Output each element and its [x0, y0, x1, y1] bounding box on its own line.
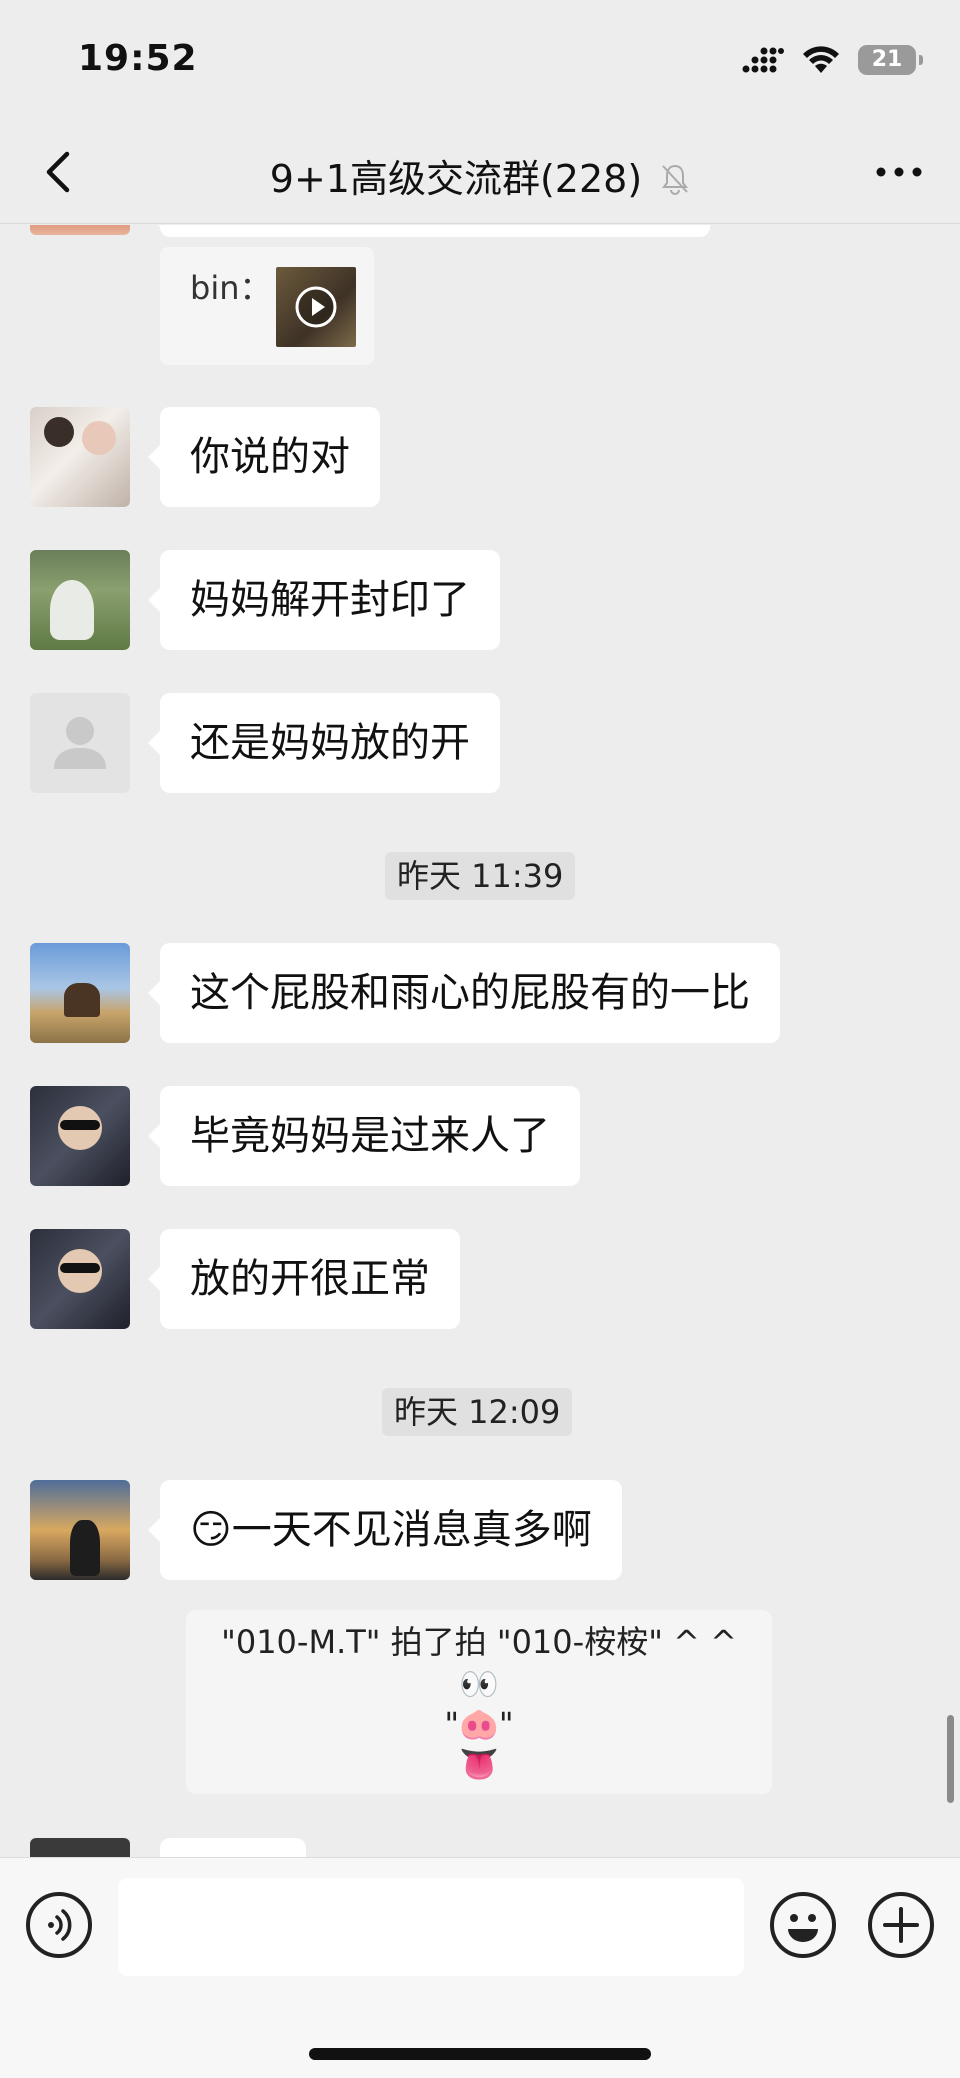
avatar[interactable] [30, 1229, 130, 1329]
timestamp-label: 昨天 12:09 [382, 1388, 573, 1436]
timestamp-label: 昨天 11:39 [385, 852, 576, 900]
status-bar: 19:52 21 [0, 0, 960, 120]
avatar[interactable] [30, 943, 130, 1043]
smiley-icon [788, 1914, 818, 1942]
message-bubble[interactable]: 还是妈妈放的开 [148, 693, 500, 793]
avatar[interactable] [30, 407, 130, 507]
message-bubble-partial[interactable] [160, 1838, 306, 1857]
chat-header: 9+1高级交流群(228) [0, 120, 960, 224]
message-bubble[interactable]: 毕竟妈妈是过来人了 [148, 1086, 580, 1186]
battery-icon: 21 [858, 45, 923, 75]
quoted-message[interactable]: bin： [160, 247, 374, 365]
voice-input-button[interactable] [26, 1892, 92, 1958]
scrollbar[interactable] [947, 1715, 954, 1803]
pig-nose-emoji: 🐽 [459, 1705, 499, 1743]
message-bubble[interactable]: 放的开很正常 [148, 1229, 460, 1329]
status-time: 19:52 [78, 38, 198, 79]
pat-notification: "010-M.T" 拍了拍 "010-桉桉" ^ ^ 👀 "🐽" 👅 [186, 1610, 772, 1794]
pat-text: "010-M.T" 拍了拍 "010-桉桉" ^ ^ [221, 1623, 737, 1661]
avatar-default[interactable] [30, 693, 130, 793]
more-options-button[interactable] [864, 142, 934, 202]
signal-icon [742, 47, 784, 73]
avatar[interactable] [30, 225, 130, 235]
default-user-icon [54, 717, 106, 769]
chat-title-text: 9+1高级交流群(228) [269, 157, 643, 201]
input-bar [0, 1857, 960, 2078]
status-icons: 21 [742, 42, 923, 78]
wifi-icon [803, 46, 839, 73]
message-input[interactable] [118, 1878, 744, 1976]
quote-mark: " [498, 1705, 514, 1743]
smirk-emoji: 😏 [190, 1507, 232, 1553]
eyes-emoji: 👀 [459, 1665, 499, 1703]
quote-mark: " [444, 1705, 460, 1743]
emoji-button[interactable] [770, 1892, 836, 1958]
voice-icon [48, 1909, 72, 1941]
play-icon [295, 286, 337, 328]
avatar[interactable] [30, 1480, 130, 1580]
more-dots-icon [876, 167, 922, 177]
message-bubble[interactable]: 这个屁股和雨心的屁股有的一比 [148, 943, 780, 1043]
avatar[interactable] [30, 1838, 130, 1857]
chat-title: 9+1高级交流群(228) [0, 148, 960, 204]
plus-icon [883, 1907, 919, 1943]
tongue-emoji: 👅 [459, 1745, 499, 1783]
video-thumbnail[interactable] [276, 267, 356, 347]
pig-nose-line: "🐽" [186, 1704, 772, 1744]
message-text: 一天不见消息真多啊 [231, 1507, 592, 1553]
message-bubble[interactable]: 妈妈解开封印了 [148, 550, 500, 650]
avatar[interactable] [30, 1086, 130, 1186]
mute-bell-icon [660, 160, 690, 204]
quote-sender: bin： [190, 269, 272, 307]
avatar[interactable] [30, 550, 130, 650]
message-bubble-partial[interactable] [148, 225, 710, 237]
message-list[interactable]: bin： 你说的对 妈妈解开封印了 还是妈妈放的开 昨天 11:39 这个屁股和… [0, 225, 960, 1857]
home-indicator[interactable] [309, 2048, 651, 2060]
more-actions-button[interactable] [868, 1892, 934, 1958]
message-bubble[interactable]: 你说的对 [148, 407, 380, 507]
message-bubble[interactable]: 😏一天不见消息真多啊 [148, 1480, 622, 1580]
